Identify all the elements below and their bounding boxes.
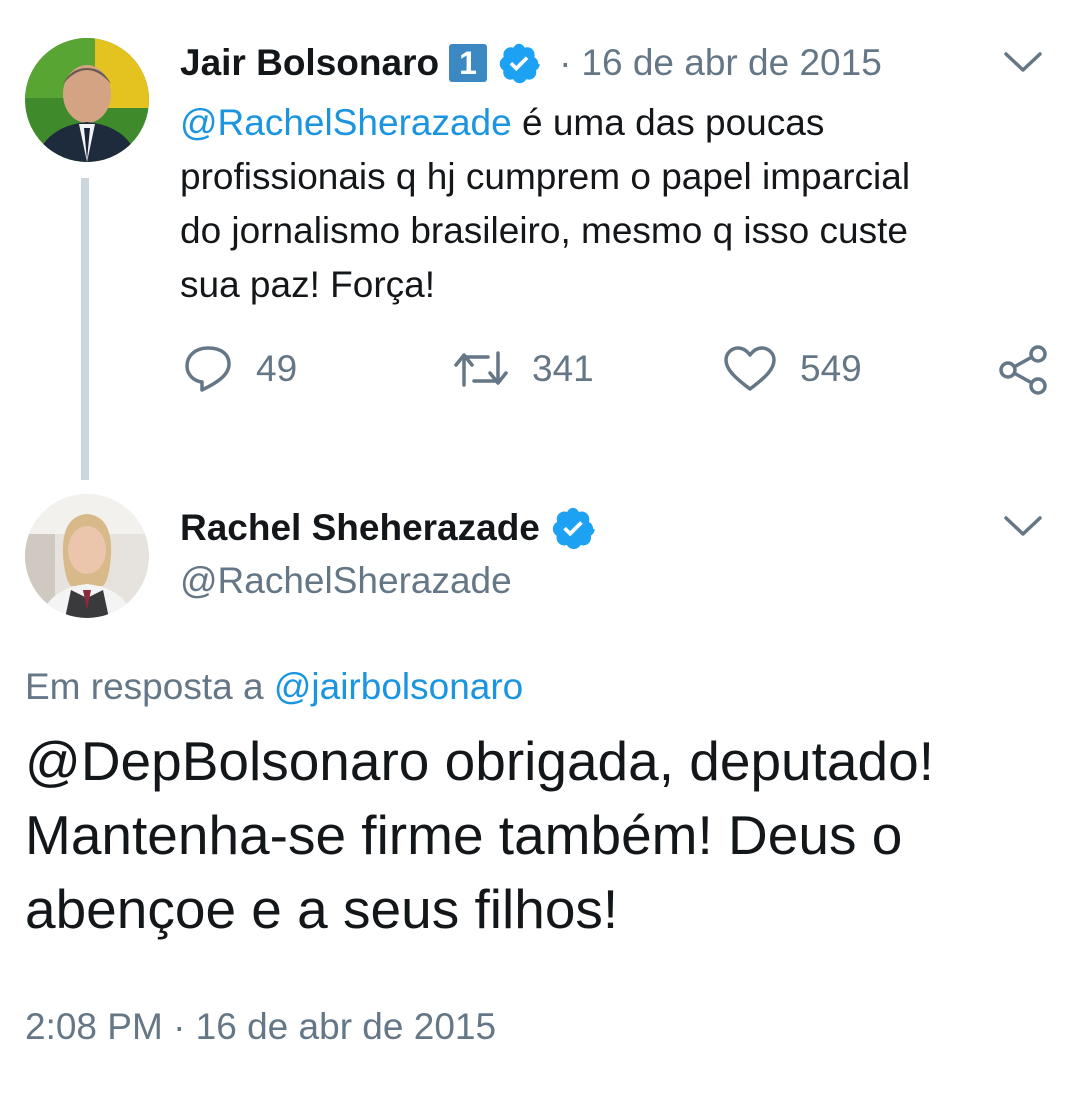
retweet-count: 341	[532, 348, 594, 389]
reply-to-link[interactable]: @jairbolsonaro	[274, 666, 523, 707]
tweet-timestamp[interactable]: 2:08 PM · 16 de abr de 2015	[25, 1006, 496, 1048]
chevron-down-icon[interactable]	[1002, 512, 1044, 547]
verified-icon	[550, 505, 596, 551]
tweet2-text: @DepBolsonaro obrigada, deputado! Manten…	[25, 724, 1065, 946]
reply-context: Em resposta a @jairbolsonaro	[25, 666, 523, 708]
avatar-rachel-sheherazade[interactable]	[25, 494, 149, 618]
retweet-icon	[452, 347, 510, 391]
tweet2-line-1: @DepBolsonaro obrigada, deputado!	[25, 730, 934, 792]
tweet-date[interactable]: 16 de abr de 2015	[581, 42, 881, 84]
avatar-jair-bolsonaro[interactable]	[25, 38, 149, 162]
chevron-down-icon[interactable]	[1002, 48, 1044, 83]
tweet2-line-3: abençoe e a seus filhos!	[25, 878, 619, 940]
retweet-action[interactable]: 341	[452, 346, 594, 392]
like-action[interactable]: 549	[722, 346, 862, 392]
reply-icon	[182, 344, 234, 394]
thread-connector-line	[81, 178, 89, 480]
author-handle[interactable]: @RachelSherazade	[180, 560, 512, 602]
tweet1-line-3: do jornalismo brasileiro, mesmo q isso c…	[180, 210, 908, 251]
tweet1-line-1: @RachelSherazade é uma das poucas	[180, 96, 1060, 150]
tweet2-header: Rachel Sheherazade	[180, 504, 596, 552]
reply-prefix: Em resposta a	[25, 666, 264, 707]
like-count: 549	[800, 348, 862, 389]
keycap-one-badge: 1	[449, 44, 488, 82]
tweet1-line-1-text: é uma das poucas	[511, 102, 825, 143]
share-icon[interactable]	[996, 344, 1050, 401]
tweet2-line-2: Mantenha-se firme também! Deus o	[25, 804, 903, 866]
mention-link[interactable]: @RachelSherazade	[180, 102, 512, 143]
tweet1-header: Jair Bolsonaro 1 · 16 de abr de 2015	[180, 40, 882, 86]
tweet1-text: @RachelSherazade é uma das poucas profis…	[180, 96, 1060, 312]
reply-action[interactable]: 49	[182, 346, 297, 392]
tweet1-line-4: sua paz! Força!	[180, 264, 436, 305]
tweet1-line-2: profissionais q hj cumprem o papel impar…	[180, 156, 911, 197]
author-name[interactable]: Jair Bolsonaro	[180, 42, 439, 84]
reply-count: 49	[256, 348, 298, 389]
verified-icon	[497, 41, 541, 85]
dot-separator: ·	[559, 42, 572, 83]
like-icon	[722, 345, 778, 393]
author-name[interactable]: Rachel Sheherazade	[180, 507, 540, 549]
